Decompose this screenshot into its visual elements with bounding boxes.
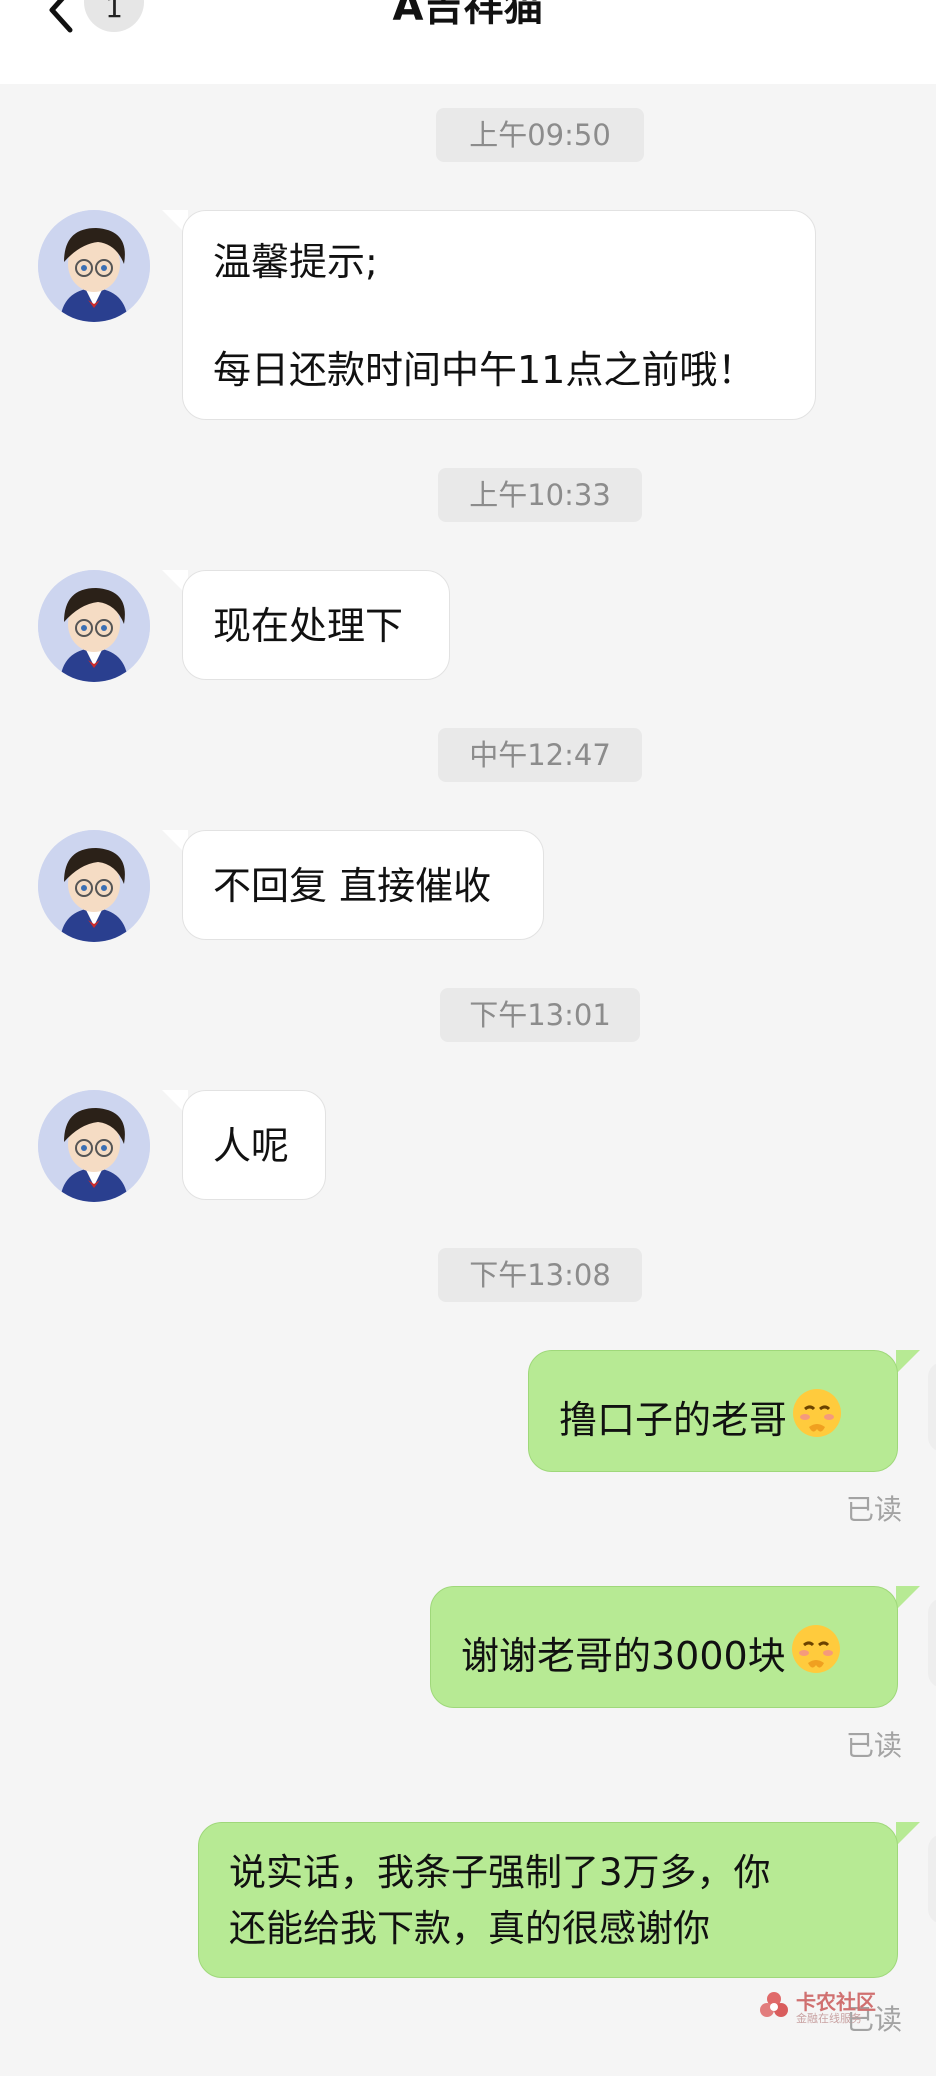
timestamp: 上午09:50: [436, 108, 644, 162]
flower-logo-icon: [760, 1992, 788, 2017]
message-bubble-outgoing[interactable]: 说实话，我条子强制了3万多，你 还能给我下款，真的很感谢你: [198, 1822, 898, 1978]
message-text: 温馨提示;: [213, 240, 378, 284]
message-bubble-incoming[interactable]: 不回复 直接催收: [182, 830, 544, 940]
message-text: 谢谢老哥的3000块: [461, 1634, 786, 1678]
read-status: 已读: [845, 1729, 902, 1762]
timestamp: 中午12:47: [438, 728, 642, 782]
message-bubble-incoming[interactable]: 温馨提示; 每日还款时间中午11点之前哦！: [182, 210, 816, 420]
bubble-tail: [896, 1350, 920, 1374]
chat-header: 1 A吉祥猫: [0, 0, 936, 84]
message-text: 说实话，我条子强制了3万多，你: [229, 1851, 771, 1894]
contact-avatar[interactable]: [38, 570, 150, 682]
watermark-slogan: 金融在线服务: [796, 2012, 862, 2025]
watermark-logo: 卡农社区 金融在线服务: [758, 1986, 936, 2030]
message-text: 不回复 直接催收: [213, 864, 492, 908]
message-text: 每日还款时间中午11点之前哦！: [213, 348, 756, 392]
timestamp: 上午10:33: [438, 468, 642, 522]
chat-title: A吉祥猫: [392, 0, 544, 30]
message-text: 撸口子的老哥: [559, 1398, 788, 1442]
timestamp: 下午13:01: [440, 988, 640, 1042]
own-avatar-edge: [928, 1834, 936, 1924]
read-status: 已读: [845, 1493, 902, 1526]
message-bubble-outgoing[interactable]: 撸口子的老哥: [528, 1350, 898, 1472]
message-text: 现在处理下: [213, 604, 404, 648]
message-bubble-outgoing[interactable]: 谢谢老哥的3000块: [430, 1586, 898, 1708]
message-text: 还能给我下款，真的很感谢你: [229, 1907, 710, 1950]
blushing-face-emoji: [791, 1625, 840, 1673]
own-avatar-edge: [928, 1598, 936, 1688]
contact-avatar[interactable]: [38, 830, 150, 942]
bubble-tail: [896, 1586, 920, 1610]
message-bubble-incoming[interactable]: 人呢: [182, 1090, 326, 1200]
message-bubble-incoming[interactable]: 现在处理下: [182, 570, 450, 680]
blushing-face-emoji: [793, 1389, 842, 1437]
timestamp: 下午13:08: [438, 1248, 642, 1302]
message-text: 人呢: [213, 1124, 290, 1168]
own-avatar-edge: [928, 1362, 936, 1452]
contact-avatar[interactable]: [38, 1090, 150, 1202]
bubble-tail: [896, 1822, 920, 1846]
contact-avatar[interactable]: [38, 210, 150, 322]
